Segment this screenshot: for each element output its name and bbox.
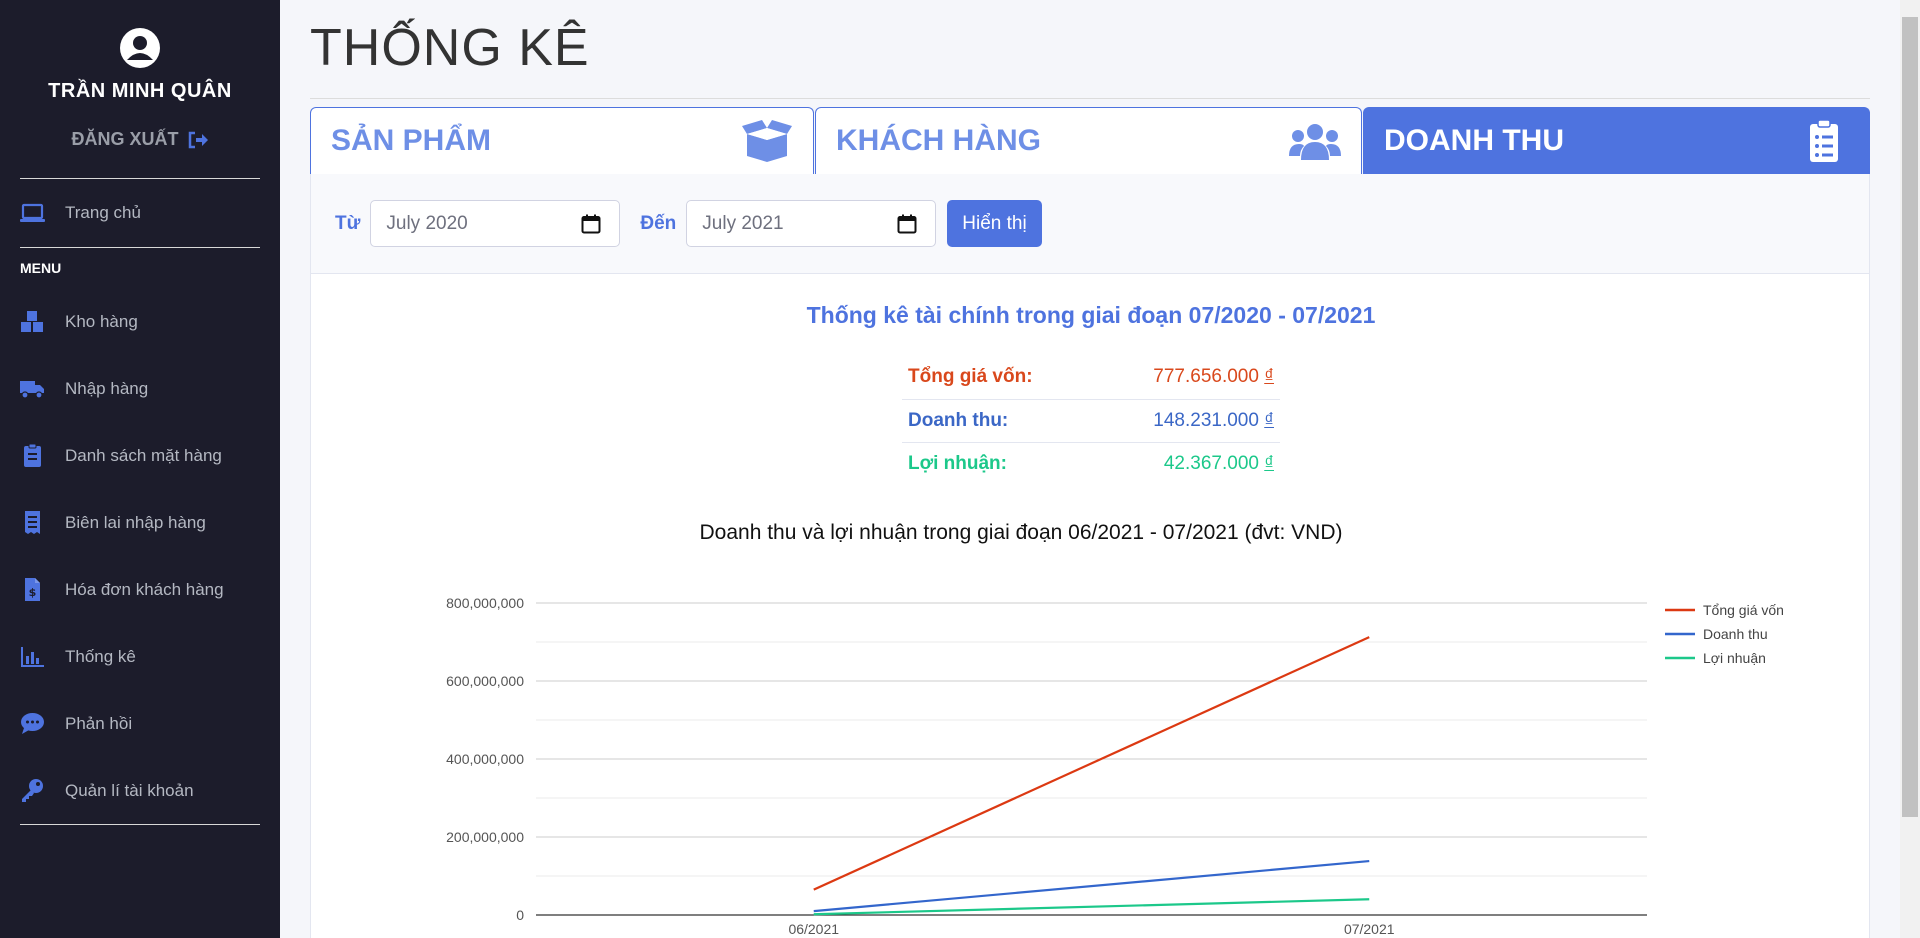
line-chart: Doanh thu và lợi nhuận trong giai đoạn 0… [446, 521, 1784, 937]
to-label: Đến [640, 212, 677, 234]
tab-label: SẢN PHẨM [331, 124, 492, 157]
sidebar-item-label: Kho hàng [65, 311, 138, 331]
series-line [813, 898, 1370, 916]
sidebar-item-statistics[interactable]: Thống kê [0, 623, 280, 690]
sidebar-item-label: Trang chủ [65, 203, 141, 222]
sidebar-item-warehouse[interactable]: Kho hàng [0, 288, 280, 355]
chart-title: Doanh thu và lợi nhuận trong giai đoạn 0… [699, 521, 1342, 544]
main-content: THỐNG KÊ SẢN PHẨM KHÁCH HÀNG DOANH THU T… [280, 0, 1900, 938]
tab-label: KHÁCH HÀNG [836, 124, 1041, 157]
sidebar-divider [20, 824, 260, 825]
sidebar-item-customer-invoices[interactable]: $ Hóa đơn khách hàng [0, 556, 280, 623]
sidebar-item-label: Biên lai nhập hàng [65, 512, 206, 532]
invoice-dollar-icon: $ [25, 578, 40, 601]
warehouse-icon [21, 311, 43, 332]
y-tick-label: 400,000,000 [446, 751, 524, 767]
sidebar: TRẦN MINH QUÂN ĐĂNG XUẤT Trang chủ MENU … [0, 0, 280, 938]
y-tick-label: 0 [516, 907, 524, 923]
currency-symbol: ₫ [1264, 409, 1274, 431]
summary-value: 148.231.000 ₫ [1093, 398, 1280, 442]
legend-label: Tổng giá vốn [1703, 602, 1784, 618]
box-open-icon [742, 120, 792, 162]
sidebar-item-import[interactable]: Nhập hàng [0, 355, 280, 422]
clipboard-icon [24, 443, 41, 467]
key-icon [22, 779, 43, 802]
y-tick-label: 200,000,000 [446, 829, 524, 845]
x-tick-label: 07/2021 [1344, 921, 1395, 937]
sidebar-item-feedback[interactable]: Phản hồi [0, 690, 280, 757]
currency-symbol: ₫ [1264, 366, 1274, 388]
users-icon [1289, 124, 1341, 160]
to-month-value: July 2021 [702, 212, 784, 234]
summary-row-cost: Tổng giá vốn: 777.656.000 ₫ [902, 356, 1280, 399]
sidebar-item-label: Nhập hàng [65, 378, 149, 398]
page-title: THỐNG KÊ [310, 19, 590, 77]
clipboard-list-icon [1810, 120, 1838, 162]
scrollbar-thumb[interactable] [1902, 17, 1918, 817]
sidebar-item-label: Phản hồi [65, 713, 133, 733]
y-tick-label: 600,000,000 [446, 673, 524, 689]
tab-customers[interactable]: KHÁCH HÀNG [815, 107, 1362, 174]
y-tick-label: 800,000,000 [446, 595, 524, 611]
calendar-icon[interactable] [897, 214, 917, 234]
summary-value: 777.656.000 ₫ [1153, 366, 1274, 388]
revenue-panel: Từ July 2020 Đến July 2021 Hiển thị Thốn… [310, 174, 1870, 938]
stats-tabs: SẢN PHẨM KHÁCH HÀNG DOANH THU [310, 107, 1870, 174]
currency-symbol: ₫ [1264, 452, 1274, 474]
tab-products[interactable]: SẢN PHẨM [310, 107, 814, 174]
sidebar-item-label: Hóa đơn khách hàng [65, 579, 224, 599]
sign-out-icon [188, 131, 208, 148]
laptop-icon [20, 203, 45, 222]
x-tick-label: 06/2021 [788, 921, 839, 937]
truck-icon [20, 381, 44, 399]
sidebar-item-product-list[interactable]: Danh sách mặt hàng [0, 422, 280, 489]
summary-row-profit: Lợi nhuận: 42.367.000 ₫ [902, 441, 1280, 485]
show-button[interactable]: Hiển thị [947, 200, 1042, 247]
revenue-chart: Doanh thu và lợi nhuận trong giai đoạn 0… [311, 504, 1871, 938]
chat-icon [21, 713, 44, 734]
user-name: TRẦN MINH QUÂN [48, 80, 232, 102]
from-label: Từ [335, 212, 361, 234]
series-line [813, 859, 1370, 913]
page-scrollbar[interactable] [1900, 0, 1920, 938]
from-month-input[interactable]: July 2020 [370, 200, 621, 247]
calendar-icon[interactable] [581, 214, 601, 234]
sidebar-item-account[interactable]: Quản lí tài khoản [0, 757, 280, 824]
receipt-icon [25, 511, 40, 534]
to-month-input[interactable]: July 2021 [686, 200, 937, 247]
user-avatar-icon [120, 28, 160, 68]
legend-label: Lợi nhuận [1703, 650, 1766, 666]
legend-label: Doanh thu [1703, 626, 1768, 642]
from-month-value: July 2020 [386, 212, 468, 234]
series-line [813, 636, 1370, 891]
sidebar-item-label: Quản lí tài khoản [65, 780, 194, 800]
tab-label: DOANH THU [1384, 124, 1564, 157]
user-block: TRẦN MINH QUÂN ĐĂNG XUẤT [0, 0, 280, 150]
bar-chart-icon [21, 647, 44, 667]
logout-link[interactable]: ĐĂNG XUẤT [72, 129, 209, 150]
sidebar-item-label: Thống kê [65, 646, 136, 666]
summary-value: 42.367.000 ₫ [1093, 441, 1280, 485]
menu-heading: MENU [20, 260, 62, 276]
summary-row-revenue: Doanh thu: 148.231.000 ₫ [902, 398, 1280, 442]
summary-table: Tổng giá vốn: 777.656.000 ₫ Doanh thu: 1… [902, 356, 1280, 485]
summary-label: Doanh thu: [902, 398, 1094, 442]
sidebar-item-label: Danh sách mặt hàng [65, 445, 222, 465]
title-divider [310, 98, 1870, 99]
sidebar-item-home[interactable]: Trang chủ [0, 179, 280, 247]
date-filter-bar: Từ July 2020 Đến July 2021 Hiển thị [311, 174, 1869, 274]
svg-text:$: $ [29, 586, 37, 599]
tab-revenue[interactable]: DOANH THU [1363, 107, 1870, 174]
sidebar-item-import-receipts[interactable]: Biên lai nhập hàng [0, 489, 280, 556]
summary-title: Thống kê tài chính trong giai đoạn 07/20… [806, 302, 1376, 328]
summary-label: Tổng giá vốn: [908, 366, 1033, 388]
logout-label: ĐĂNG XUẤT [71, 129, 179, 149]
summary-label: Lợi nhuận: [902, 441, 1094, 485]
